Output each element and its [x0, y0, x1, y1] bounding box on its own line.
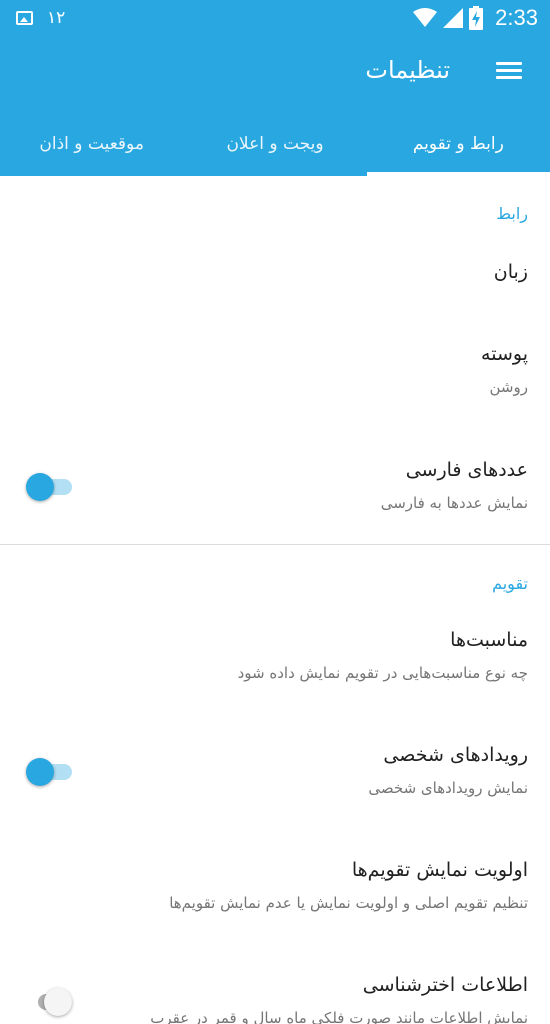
- pref-holidays[interactable]: مناسبت‌ها چه نوع مناسبت‌هایی در تقویم نم…: [0, 626, 550, 684]
- wifi-icon: [413, 8, 438, 27]
- battery-charging-icon: [469, 6, 484, 30]
- pref-personal-events-title: رویدادهای شخصی: [383, 744, 528, 766]
- section-header-interface: رابط: [496, 204, 528, 223]
- pref-astronomy-summary: نمایش اطلاعات مانند صورت فلکی ماه سال و …: [150, 1009, 528, 1024]
- pref-calendar-priority-title: اولویت نمایش تقویم‌ها: [351, 859, 528, 881]
- tab-bar: رابط و تقویم ویجت و اعلان موقعیت و اذان: [0, 122, 550, 176]
- pref-holidays-title: مناسبت‌ها: [450, 629, 528, 651]
- pref-astronomy[interactable]: اطلاعات اخترشناسی نمایش اطلاعات مانند صو…: [0, 971, 550, 1024]
- pref-holidays-summary: چه نوع مناسبت‌هایی در تقویم نمایش داده ش…: [237, 664, 528, 682]
- pref-persian-digits-title: عددهای فارسی: [405, 459, 528, 481]
- pref-personal-events-summary: نمایش رویدادهای شخصی: [368, 779, 528, 797]
- pref-calendar-priority-summary: تنظیم تقویم اصلی و اولویت نمایش یا عدم ن…: [169, 894, 528, 912]
- tab-location-athan[interactable]: موقعیت و اذان: [0, 122, 183, 176]
- pref-theme-title: پوسته: [481, 343, 528, 365]
- image-notification-icon: [16, 11, 33, 25]
- page-title: تنظیمات: [365, 56, 450, 84]
- tab-interface-calendar[interactable]: رابط و تقویم: [366, 122, 550, 176]
- persian-digits-switch[interactable]: [26, 471, 74, 503]
- pref-persian-digits-summary: نمایش عددها به فارسی: [380, 494, 528, 512]
- notification-count: ۱۲: [47, 8, 66, 28]
- signal-icon: [443, 8, 464, 28]
- section-divider: [0, 544, 550, 545]
- menu-icon[interactable]: [496, 60, 524, 82]
- personal-events-switch[interactable]: [26, 756, 74, 788]
- status-bar: ۱۲ 2:33: [0, 0, 550, 36]
- app-bar: تنظیمات رابط و تقویم ویجت و اعلان موقعیت…: [0, 36, 550, 176]
- pref-theme-summary: روشن: [489, 378, 528, 396]
- pref-personal-events[interactable]: رویدادهای شخصی نمایش رویدادهای شخصی: [0, 741, 550, 799]
- clock: 2:33: [495, 5, 538, 30]
- pref-language-title: زبان: [493, 261, 528, 283]
- astronomy-switch[interactable]: [26, 986, 74, 1018]
- tab-widget-notification[interactable]: ویجت و اعلان: [183, 122, 366, 176]
- pref-calendar-priority[interactable]: اولویت نمایش تقویم‌ها تنظیم تقویم اصلی و…: [0, 856, 550, 914]
- pref-astronomy-title: اطلاعات اخترشناسی: [362, 974, 528, 996]
- pref-theme[interactable]: پوسته روشن: [0, 340, 550, 398]
- section-header-calendar: تقویم: [492, 574, 528, 593]
- pref-language[interactable]: زبان: [0, 258, 550, 286]
- pref-persian-digits[interactable]: عددهای فارسی نمایش عددها به فارسی: [0, 456, 550, 526]
